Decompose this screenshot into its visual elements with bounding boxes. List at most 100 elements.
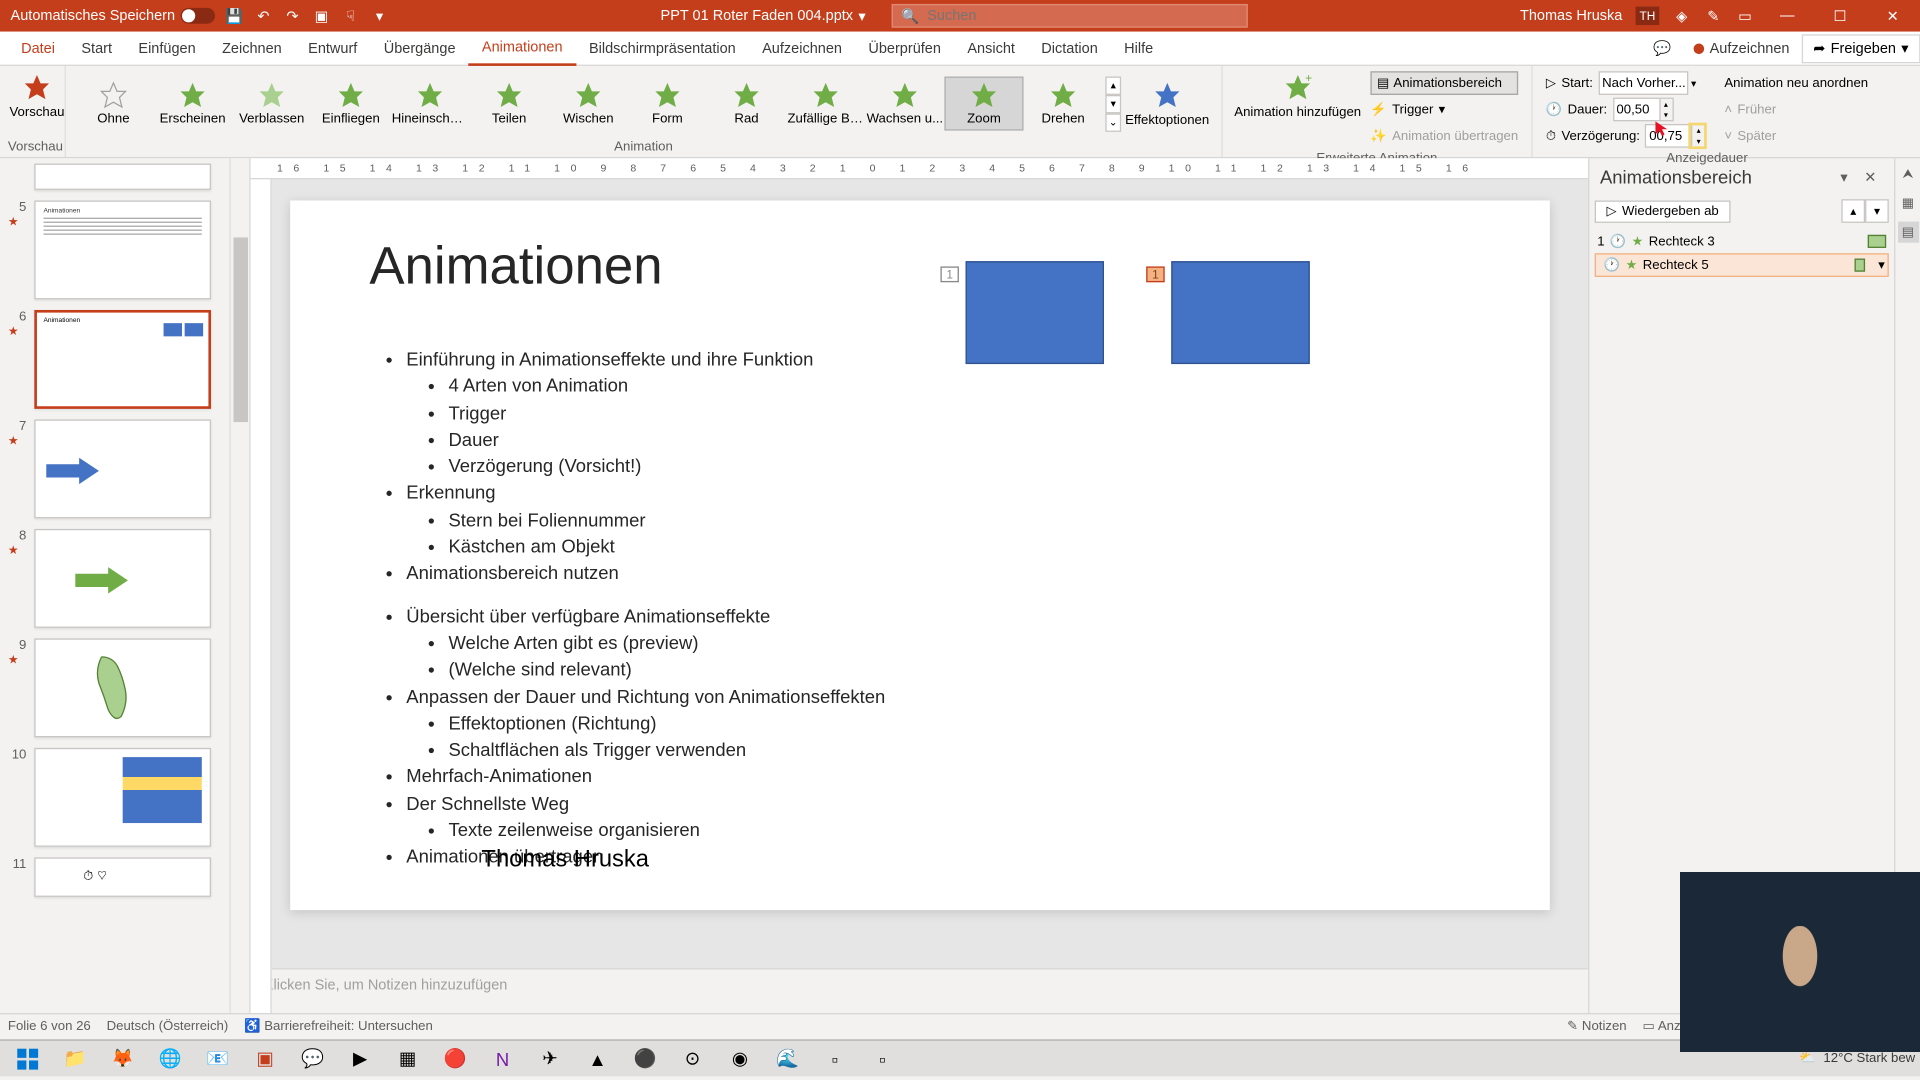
preview-button[interactable]: Vorschau bbox=[8, 69, 66, 123]
record-button[interactable]: Aufzeichnen bbox=[1682, 34, 1801, 63]
move-down-button[interactable]: ▾ bbox=[1865, 199, 1889, 223]
thumb-row[interactable]: 8★ bbox=[0, 524, 231, 633]
search-box[interactable]: 🔍 bbox=[892, 4, 1248, 28]
anim-tag-2[interactable]: 1 bbox=[1146, 266, 1164, 282]
tool-1-icon[interactable]: ▦ bbox=[1897, 193, 1918, 214]
system-tray[interactable]: ⛅ 12°C Stark bew bbox=[1799, 1051, 1915, 1066]
anim-none[interactable]: Ohne bbox=[74, 78, 153, 129]
thumb-row[interactable]: 6★Animationen bbox=[0, 305, 231, 414]
slide-title[interactable]: Animationen bbox=[369, 237, 662, 296]
language[interactable]: Deutsch (Österreich) bbox=[107, 1020, 229, 1035]
minimize-button[interactable]: — bbox=[1767, 0, 1807, 32]
tab-review[interactable]: Überprüfen bbox=[855, 31, 954, 65]
add-animation-button[interactable]: +Animation hinzufügen bbox=[1230, 69, 1365, 123]
tab-insert[interactable]: Einfügen bbox=[125, 31, 209, 65]
search-input[interactable] bbox=[927, 8, 1239, 24]
anim-fade[interactable]: Verblassen bbox=[232, 78, 311, 129]
anim-tag-1[interactable]: 1 bbox=[940, 266, 958, 282]
chevron-down-icon[interactable]: ▾ bbox=[1878, 258, 1885, 273]
touch-icon[interactable]: ☟ bbox=[341, 7, 359, 25]
notes-pane[interactable]: Klicken Sie, um Notizen hinzuzufügen bbox=[251, 968, 1588, 1013]
gallery-scroll[interactable]: ▴▾⌄ bbox=[1105, 76, 1121, 131]
move-up-button[interactable]: ▴ bbox=[1841, 199, 1865, 223]
slide-author[interactable]: Thomas Hruska bbox=[481, 845, 649, 873]
pen-icon[interactable]: ✎ bbox=[1704, 7, 1722, 25]
qat-more-icon[interactable]: ▾ bbox=[370, 7, 388, 25]
app-icon[interactable]: 💬 bbox=[290, 1041, 335, 1075]
maximize-button[interactable]: ☐ bbox=[1820, 0, 1860, 32]
anim-entry[interactable]: 1 🕐 ★ Rechteck 3 bbox=[1595, 230, 1889, 254]
tab-draw[interactable]: Zeichnen bbox=[209, 31, 295, 65]
thumb-row[interactable]: 11⏱ ♡ bbox=[0, 852, 231, 902]
anim-split[interactable]: Teilen bbox=[470, 78, 549, 129]
anim-growturn[interactable]: Wachsen u... bbox=[865, 78, 944, 129]
tab-record[interactable]: Aufzeichnen bbox=[749, 31, 855, 65]
edge-icon[interactable]: 🌊 bbox=[765, 1041, 810, 1075]
autosave-switch[interactable] bbox=[180, 8, 214, 24]
username[interactable]: Thomas Hruska bbox=[1520, 8, 1622, 24]
trigger-button[interactable]: ⚡Trigger▾ bbox=[1370, 98, 1518, 122]
app-icon[interactable]: ▫ bbox=[860, 1041, 905, 1075]
anim-zoom[interactable]: Zoom bbox=[944, 77, 1023, 131]
app-icon[interactable]: ▲ bbox=[575, 1041, 620, 1075]
play-from-button[interactable]: ▷Wiedergeben ab bbox=[1595, 200, 1731, 222]
anim-randombars[interactable]: Zufällige Ba... bbox=[786, 78, 865, 129]
explorer-icon[interactable]: 📁 bbox=[53, 1041, 98, 1075]
app-icon[interactable]: ⊙ bbox=[670, 1041, 715, 1075]
start-dropdown[interactable]: Nach Vorher...▾ bbox=[1598, 71, 1688, 95]
tab-file[interactable]: Datei bbox=[8, 31, 68, 65]
tab-help[interactable]: Hilfe bbox=[1111, 31, 1166, 65]
user-avatar[interactable]: TH bbox=[1636, 7, 1660, 25]
tab-view[interactable]: Ansicht bbox=[954, 31, 1028, 65]
outlook-icon[interactable]: 📧 bbox=[195, 1041, 240, 1075]
delay-spinner[interactable]: ▴▾ bbox=[1645, 124, 1706, 148]
close-button[interactable]: ✕ bbox=[1873, 0, 1913, 32]
slide-body[interactable]: Einführung in Animationseffekte und ihre… bbox=[383, 346, 886, 870]
firefox-icon[interactable]: 🦊 bbox=[100, 1041, 145, 1075]
thumbs-scrollbar[interactable] bbox=[230, 158, 250, 1013]
diamond-icon[interactable]: ◈ bbox=[1672, 7, 1690, 25]
window-icon[interactable]: ▭ bbox=[1736, 7, 1754, 25]
thumb-row[interactable]: 5★Animationen bbox=[0, 195, 231, 304]
filename[interactable]: PPT 01 Roter Faden 004.pptx ▾ bbox=[661, 7, 866, 24]
thumb-row[interactable]: 7★ bbox=[0, 414, 231, 523]
app-icon[interactable]: ▫ bbox=[813, 1041, 858, 1075]
slide-counter[interactable]: Folie 6 von 26 bbox=[8, 1020, 91, 1035]
thumb-row[interactable]: 10 bbox=[0, 743, 231, 852]
undo-icon[interactable]: ↶ bbox=[254, 7, 272, 25]
tab-start[interactable]: Start bbox=[68, 31, 125, 65]
powerpoint-icon[interactable]: ▣ bbox=[243, 1041, 288, 1075]
tab-slideshow[interactable]: Bildschirmpräsentation bbox=[576, 31, 749, 65]
onenote-icon[interactable]: N bbox=[480, 1041, 525, 1075]
app-icon[interactable]: ◉ bbox=[718, 1041, 763, 1075]
vlc-icon[interactable]: ▶ bbox=[338, 1041, 383, 1075]
anim-floatin[interactable]: Hineinschw... bbox=[390, 78, 469, 129]
thumb-row[interactable] bbox=[0, 158, 231, 195]
animation-pane-button[interactable]: ▤Animationsbereich bbox=[1370, 71, 1518, 95]
redo-icon[interactable]: ↷ bbox=[283, 7, 301, 25]
anim-wipe[interactable]: Wischen bbox=[549, 78, 628, 129]
comments-icon[interactable]: 💬 bbox=[1653, 39, 1671, 57]
save-icon[interactable]: 💾 bbox=[225, 7, 243, 25]
notes-toggle[interactable]: ✎ Notizen bbox=[1567, 1020, 1626, 1035]
rect-5[interactable] bbox=[1171, 261, 1309, 364]
tab-transitions[interactable]: Übergänge bbox=[371, 31, 469, 65]
share-button[interactable]: ➦Freigeben▾ bbox=[1801, 34, 1920, 63]
telegram-icon[interactable]: ✈ bbox=[528, 1041, 573, 1075]
collapse-icon[interactable]: ⮝ bbox=[1897, 164, 1918, 185]
app-icon[interactable]: ▦ bbox=[385, 1041, 430, 1075]
tool-2-icon[interactable]: ▤ bbox=[1897, 222, 1918, 243]
duration-spinner[interactable]: ▴▾ bbox=[1612, 98, 1673, 122]
app-icon[interactable]: 🔴 bbox=[433, 1041, 478, 1075]
tab-animations[interactable]: Animationen bbox=[469, 31, 576, 65]
accessibility[interactable]: ♿ Barrierefreiheit: Untersuchen bbox=[244, 1020, 433, 1035]
anim-flyin[interactable]: Einfliegen bbox=[311, 78, 390, 129]
tab-dictation[interactable]: Dictation bbox=[1028, 31, 1111, 65]
anim-appear[interactable]: Erscheinen bbox=[153, 78, 232, 129]
present-icon[interactable]: ▣ bbox=[312, 7, 330, 25]
anim-spin[interactable]: Drehen bbox=[1024, 78, 1103, 129]
anim-shape[interactable]: Form bbox=[628, 78, 707, 129]
effect-options-button[interactable]: Effektoptionen bbox=[1121, 77, 1213, 131]
rect-3[interactable] bbox=[966, 261, 1104, 364]
chrome-icon[interactable]: 🌐 bbox=[148, 1041, 193, 1075]
